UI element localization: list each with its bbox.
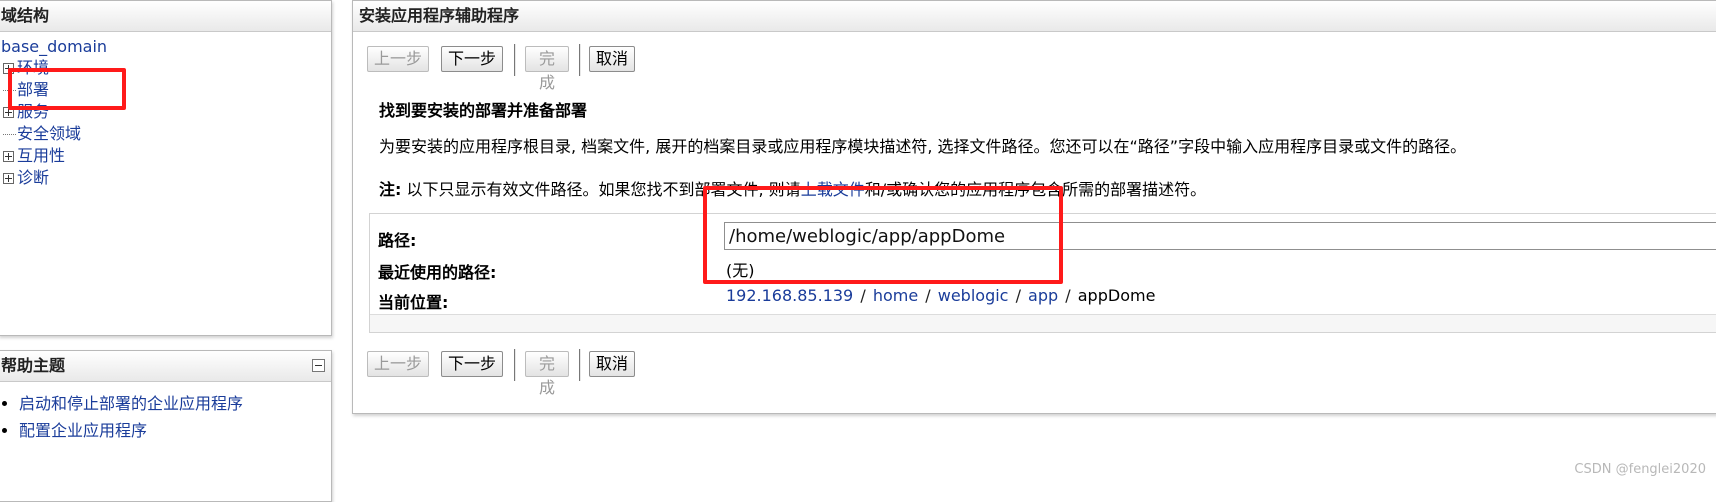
domain-structure-title: 域结构 — [0, 1, 331, 32]
back-button[interactable]: 上一步 — [367, 46, 429, 72]
upload-file-link[interactable]: 上载文件 — [801, 180, 865, 199]
next-button[interactable]: 下一步 — [441, 46, 503, 72]
breadcrumb-home[interactable]: home — [873, 286, 918, 305]
finish-button[interactable]: 完成 — [525, 351, 569, 397]
path-form: 路径: 最近使用的路径: (无) 当前位置: 192.168.85.139 / … — [369, 213, 1716, 333]
install-application-wizard: 安装应用程序辅助程序 上一步 下一步 完成 取消 找到要安装的部署并准备部署 为… — [352, 0, 1716, 414]
expand-icon[interactable] — [3, 107, 14, 118]
path-label: 路径: — [378, 231, 417, 250]
breadcrumb-host[interactable]: 192.168.85.139 — [726, 286, 853, 305]
recent-paths-value: (无) — [726, 261, 755, 280]
toolbar-divider — [579, 44, 581, 76]
breadcrumb-current: appDome — [1077, 286, 1156, 305]
breadcrumb-weblogic[interactable]: weblogic — [938, 286, 1009, 305]
expand-icon[interactable] — [3, 63, 14, 74]
tree-line — [3, 90, 16, 91]
help-topics-title: 帮助主题 — [0, 351, 331, 382]
finish-button[interactable]: 完成 — [525, 46, 569, 92]
path-form-body: 路径: 最近使用的路径: (无) 当前位置: 192.168.85.139 / … — [370, 214, 1716, 315]
toolbar-divider — [514, 349, 516, 381]
wizard-title: 安装应用程序辅助程序 — [353, 1, 1716, 32]
help-link-configure-apps[interactable]: 配置企业应用程序 — [19, 421, 147, 440]
expand-icon[interactable] — [3, 151, 14, 162]
tree-line — [3, 134, 16, 135]
list-item: 配置企业应用程序 — [19, 420, 243, 442]
section-title: 找到要安装的部署并准备部署 — [379, 101, 588, 120]
current-location-label: 当前位置: — [378, 293, 449, 312]
path-input[interactable] — [724, 222, 1716, 250]
help-topics-panel: 帮助主题 启动和停止部署的企业应用程序 配置企业应用程序 — [0, 350, 332, 502]
tree-item-security-realms[interactable]: 安全领域 — [3, 123, 81, 145]
minimize-icon[interactable] — [312, 359, 325, 372]
cancel-button[interactable]: 取消 — [589, 46, 635, 72]
cancel-button[interactable]: 取消 — [589, 351, 635, 377]
tree-root-base-domain[interactable]: base_domain — [1, 37, 107, 56]
recent-paths-label: 最近使用的路径: — [378, 263, 497, 282]
help-link-start-stop-apps[interactable]: 启动和停止部署的企业应用程序 — [19, 394, 243, 413]
toolbar-divider — [579, 349, 581, 381]
domain-structure-panel: 域结构 base_domain 环境 部署 服务 安全领域 互用性 诊断 — [0, 0, 332, 336]
tree-item-interoperability[interactable]: 互用性 — [3, 145, 65, 167]
toolbar-divider — [514, 44, 516, 76]
tree-item-diagnostics[interactable]: 诊断 — [3, 167, 49, 189]
tree-item-services[interactable]: 服务 — [3, 101, 49, 123]
list-item: 启动和停止部署的企业应用程序 — [19, 393, 243, 415]
note-label: 注: — [379, 180, 402, 199]
watermark-text: CSDN @fenglei2020 — [1574, 462, 1706, 477]
current-location-breadcrumb: 192.168.85.139 / home / weblogic / app /… — [726, 286, 1156, 305]
help-topics-list: 启动和停止部署的企业应用程序 配置企业应用程序 — [0, 393, 243, 447]
tree-item-environment[interactable]: 环境 — [3, 57, 49, 79]
next-button[interactable]: 下一步 — [441, 351, 503, 377]
tree-item-deployments[interactable]: 部署 — [3, 79, 49, 101]
back-button[interactable]: 上一步 — [367, 351, 429, 377]
description-text: 为要安装的应用程序根目录, 档案文件, 展开的档案目录或应用程序模块描述符, 选… — [379, 137, 1467, 156]
breadcrumb-app[interactable]: app — [1028, 286, 1058, 305]
note-text: 注: 以下只显示有效文件路径。如果您找不到部署文件, 则请上载文件和/或确认您的… — [379, 180, 1207, 199]
expand-icon[interactable] — [3, 173, 14, 184]
